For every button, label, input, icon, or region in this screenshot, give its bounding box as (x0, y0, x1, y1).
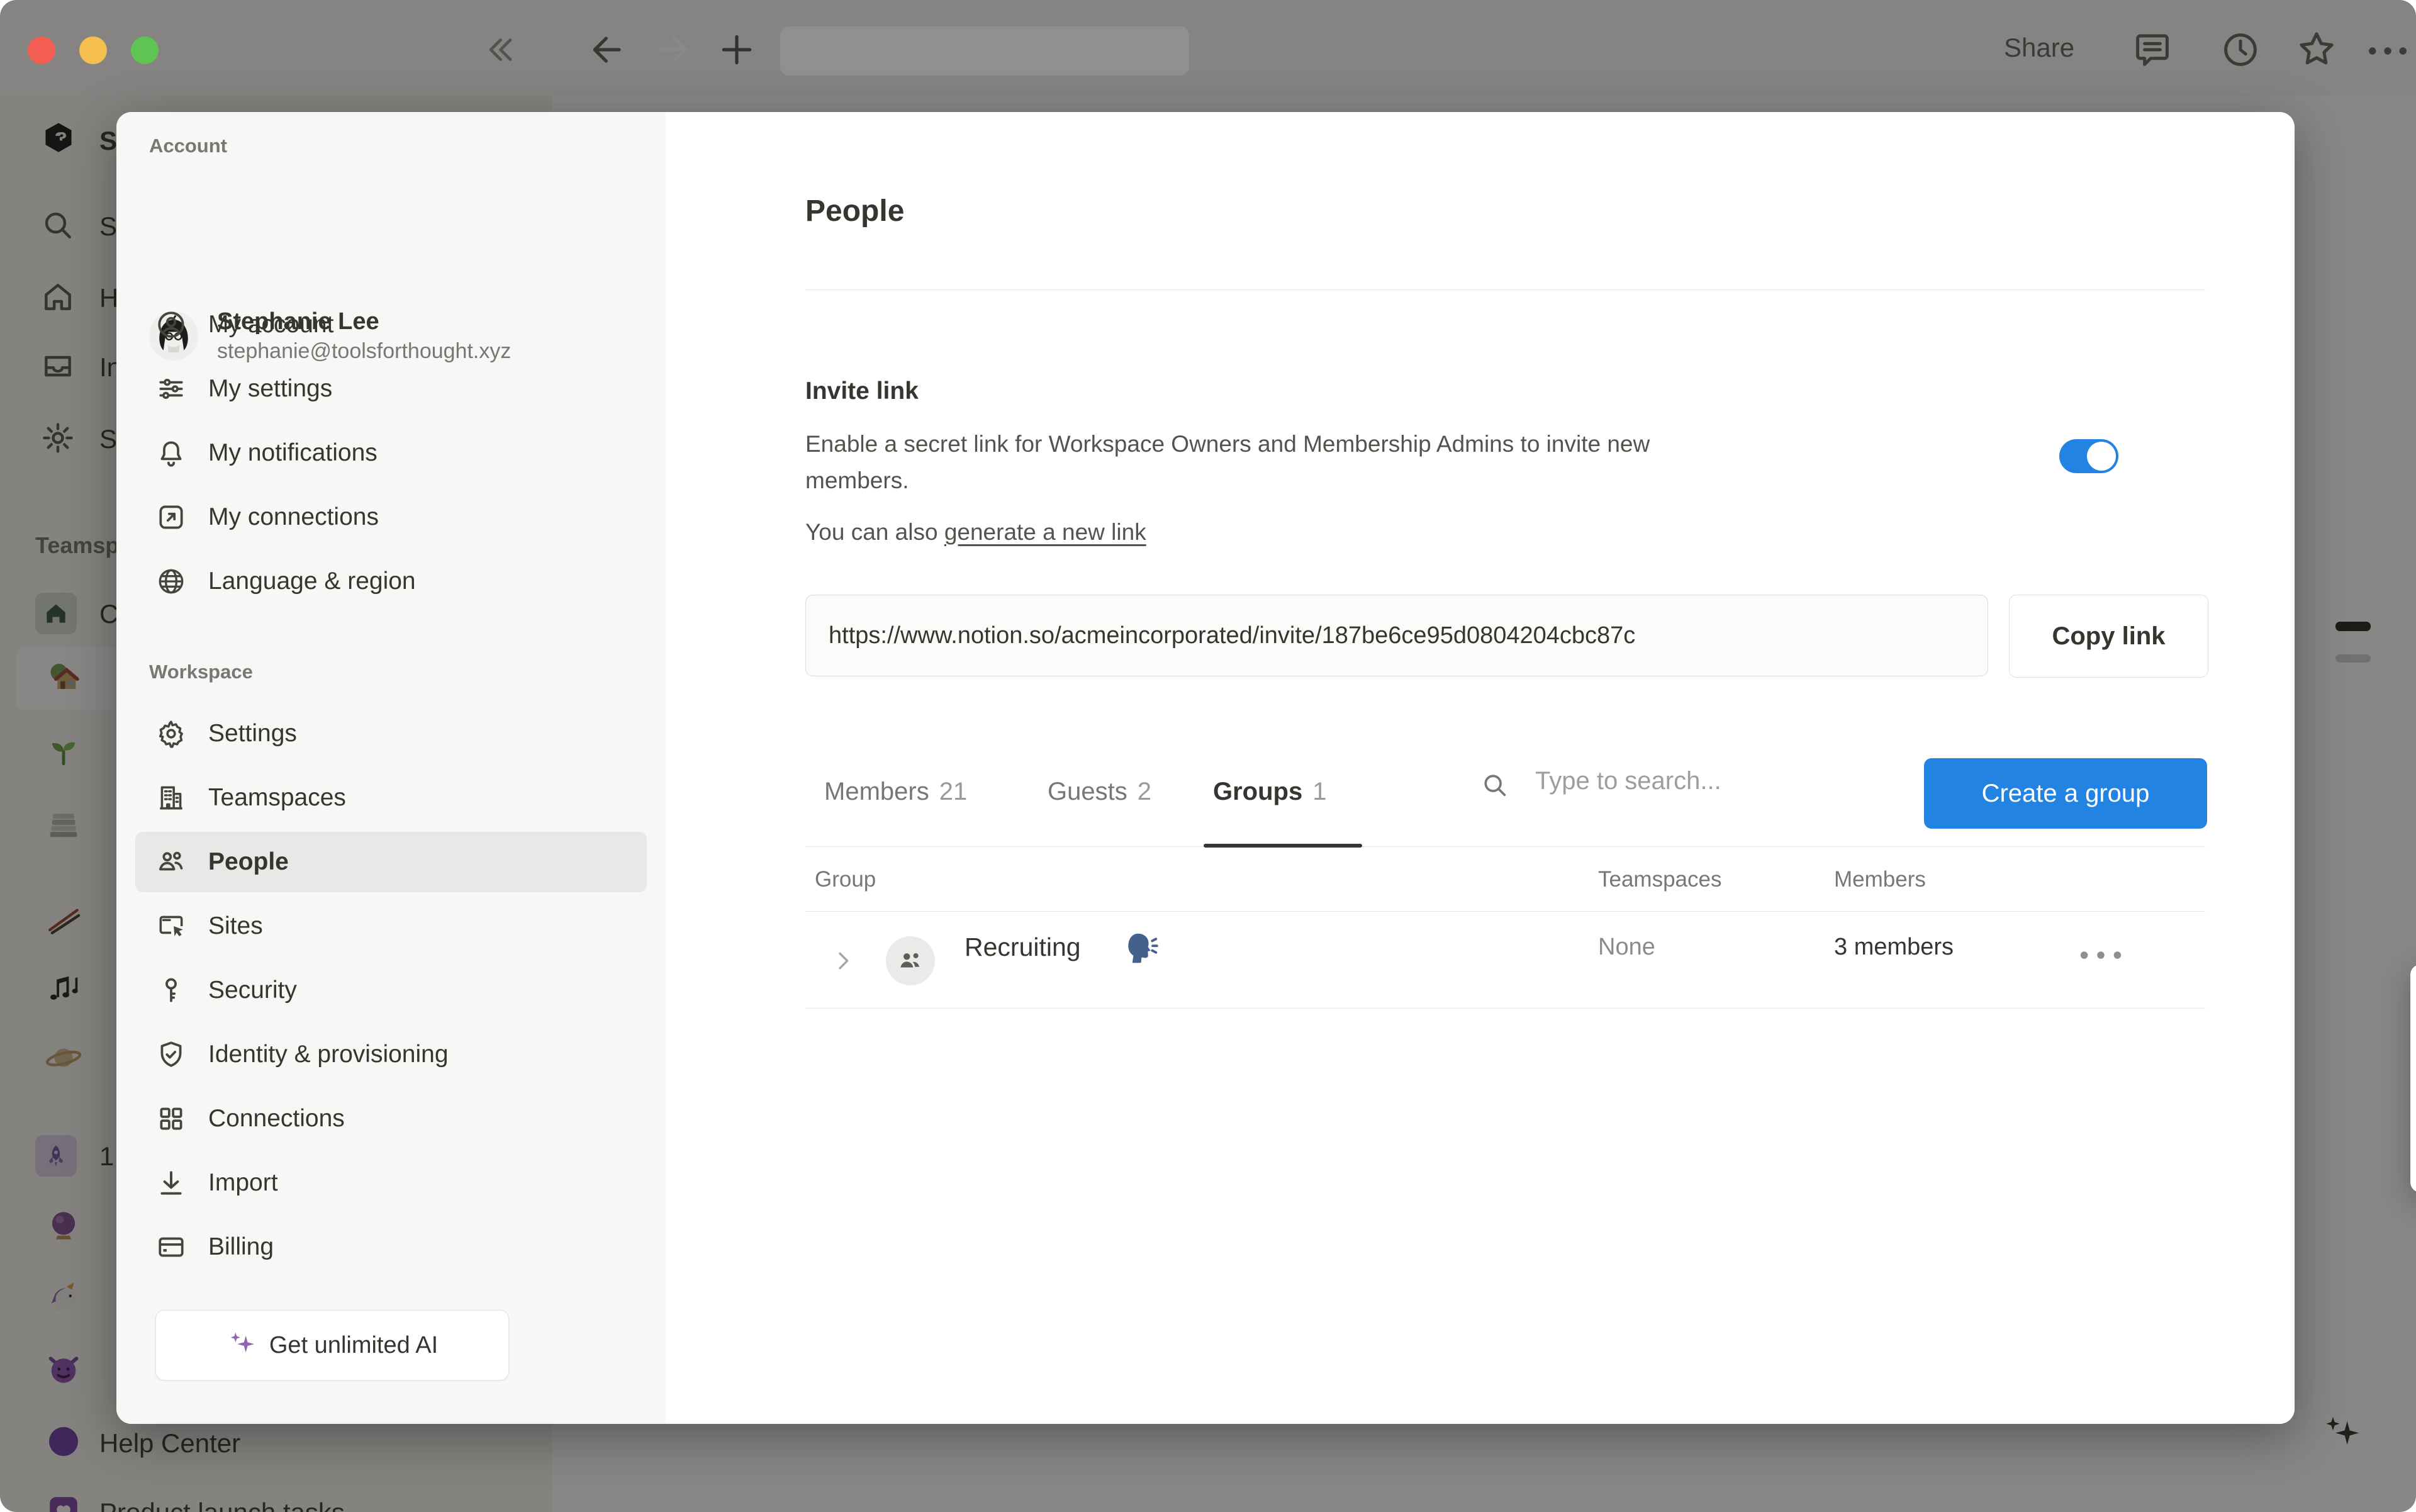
group-name[interactable]: Recruiting (965, 932, 1081, 962)
tab-members[interactable]: Members 21 (824, 778, 967, 806)
section-divider (805, 289, 2205, 290)
close-window-button[interactable] (28, 36, 55, 64)
nav-item-security[interactable]: Security (135, 960, 647, 1021)
table-row-border (805, 1008, 2205, 1009)
nav-item-my-connections[interactable]: My connections (135, 487, 647, 547)
tabs-bottom-border (805, 846, 2205, 847)
app-window: S Search Home Inbox Settings Teamspaces … (0, 0, 2416, 1512)
more-options-icon[interactable] (2367, 44, 2408, 58)
sidebar-collapse-icon[interactable] (479, 30, 518, 69)
browser-cursor-icon (155, 910, 187, 942)
generate-link-line: You can also generate a new link (805, 515, 1146, 550)
account-section-header: Account (149, 135, 227, 157)
history-clock-icon[interactable] (2220, 29, 2261, 70)
comments-icon[interactable] (2132, 29, 2173, 70)
sliders-icon (155, 373, 187, 405)
nav-item-my-account[interactable]: My account (135, 294, 647, 355)
people-icon (155, 846, 187, 878)
workspace-section-header: Workspace (149, 661, 253, 683)
people-settings-panel: People ? Learn more Invite link Enable a… (666, 112, 2295, 1424)
active-tab-underline (1204, 844, 1362, 848)
page-title: People (805, 194, 904, 228)
table-header-border (805, 911, 2205, 912)
new-tab-icon[interactable] (717, 30, 756, 69)
ai-button-label: Get unlimited AI (269, 1332, 438, 1359)
back-arrow-icon[interactable] (588, 30, 627, 69)
gear-icon (155, 718, 187, 749)
invite-description-line1: Enable a secret link for Workspace Owner… (805, 427, 1650, 462)
nav-item-sites[interactable]: Sites (135, 896, 647, 956)
credit-card-icon (155, 1231, 187, 1263)
arrow-out-box-icon (155, 501, 187, 533)
nav-item-my-settings[interactable]: My settings (135, 359, 647, 419)
nav-item-settings[interactable]: Settings (135, 703, 647, 764)
zoom-window-button[interactable] (131, 36, 159, 64)
column-header-group: Group (815, 867, 876, 892)
group-context-menu: Rename Create teamspace from gro... Dele… (2410, 965, 2416, 1192)
nav-item-teamspaces[interactable]: Teamspaces (135, 768, 647, 828)
column-header-teamspaces: Teamspaces (1598, 867, 1721, 892)
minimize-window-button[interactable] (79, 36, 107, 64)
invite-description-line2: members. (805, 463, 909, 498)
group-avatar (886, 936, 935, 985)
row-expand-chevron-icon[interactable] (830, 946, 852, 976)
copy-link-button[interactable]: Copy link (2009, 595, 2208, 678)
sparkles-icon (226, 1331, 255, 1360)
invite-link-heading: Invite link (805, 378, 919, 405)
share-button[interactable]: Share (2004, 33, 2074, 63)
column-header-members: Members (1834, 867, 1926, 892)
nav-item-billing[interactable]: Billing (135, 1217, 647, 1277)
generate-new-link[interactable]: generate a new link (944, 519, 1146, 545)
row-teamspaces-value: None (1598, 934, 1655, 961)
forward-arrow-icon[interactable] (653, 30, 692, 69)
tab-groups[interactable]: Groups 1 (1213, 778, 1326, 806)
building-icon (155, 782, 187, 814)
create-group-button[interactable]: Create a group (1924, 758, 2207, 829)
invite-link-toggle[interactable] (2059, 439, 2118, 473)
person-circle-icon (155, 309, 187, 340)
download-arrow-icon (155, 1167, 187, 1199)
invite-url-input[interactable] (805, 595, 1988, 676)
shield-check-icon (155, 1039, 187, 1070)
nav-item-people[interactable]: People (135, 832, 647, 892)
get-unlimited-ai-button[interactable]: Get unlimited AI (155, 1310, 509, 1380)
row-more-options-icon[interactable] (2078, 949, 2123, 961)
bell-icon (155, 437, 187, 469)
speaking-head-emoji-icon (1122, 929, 1161, 968)
favorite-star-icon[interactable] (2295, 28, 2338, 70)
globe-icon (155, 566, 187, 597)
grid-icon (155, 1103, 187, 1134)
search-icon[interactable] (1480, 771, 1509, 800)
nav-item-my-notifications[interactable]: My notifications (135, 423, 647, 483)
tab-title-pill[interactable] (780, 26, 1189, 76)
settings-modal: Account Stephanie Lee stephanie@toolsfor… (116, 112, 2295, 1424)
nav-item-connections[interactable]: Connections (135, 1089, 647, 1149)
nav-item-language-region[interactable]: Language & region (135, 551, 647, 612)
nav-item-import[interactable]: Import (135, 1153, 647, 1213)
group-search-input[interactable] (1534, 766, 1927, 796)
key-icon (155, 975, 187, 1006)
tab-guests[interactable]: Guests 2 (1048, 778, 1151, 806)
settings-nav-panel: Account Stephanie Lee stephanie@toolsfor… (116, 112, 666, 1424)
toggle-knob (2087, 442, 2116, 471)
row-members-value: 3 members (1834, 934, 1954, 961)
nav-item-identity-provisioning[interactable]: Identity & provisioning (135, 1024, 647, 1085)
